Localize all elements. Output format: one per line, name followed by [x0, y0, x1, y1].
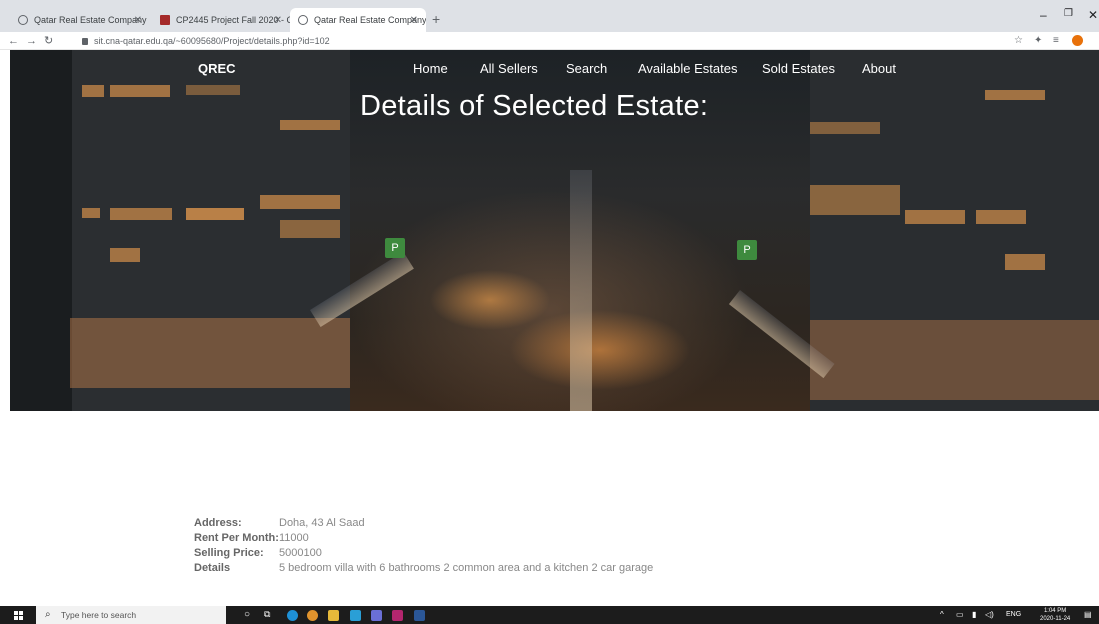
volume-icon[interactable]: ◁)	[985, 610, 994, 619]
price-value: 5000100	[279, 547, 322, 559]
clock[interactable]: 1:04 PM 2020-11-24	[1040, 607, 1070, 623]
window	[280, 220, 340, 238]
tray-chevron-icon[interactable]: ^	[940, 610, 944, 619]
reload-icon[interactable]: ↻	[44, 33, 53, 49]
browser-toolbar: ← → ↻ sit.cna-qatar.edu.qa/~60095680/Pro…	[0, 32, 1099, 50]
globe-icon	[298, 15, 308, 25]
tab-title: Qatar Real Estate Company	[34, 15, 147, 25]
tab-2[interactable]: CP2445 Project Fall 2020 - CP24 ✕	[152, 8, 290, 32]
visual-studio-icon[interactable]	[392, 610, 403, 621]
window	[905, 210, 965, 224]
address-label: Address:	[194, 517, 242, 529]
window	[810, 185, 900, 215]
star-icon[interactable]: ☆	[1014, 34, 1023, 48]
lock-icon	[82, 38, 88, 45]
profile-avatar[interactable]	[1072, 35, 1083, 46]
window	[82, 85, 104, 97]
window	[110, 85, 170, 97]
project-icon	[160, 15, 170, 25]
rent-value: 11000	[279, 532, 309, 544]
window	[186, 208, 244, 220]
detail-row-details: Details 5 bedroom villa with 6 bathrooms…	[194, 561, 653, 576]
close-window-button[interactable]: ✕	[1088, 8, 1098, 22]
minimize-button[interactable]: –	[1040, 8, 1047, 22]
price-label: Selling Price:	[194, 547, 264, 559]
search-placeholder: Type here to search	[61, 610, 137, 620]
window	[186, 85, 240, 95]
chrome-icon[interactable]	[307, 610, 318, 621]
detail-row-address: Address: Doha, 43 Al Saad	[194, 516, 653, 531]
nav-search[interactable]: Search	[566, 61, 607, 76]
nav-available-estates[interactable]: Available Estates	[638, 61, 738, 76]
window	[260, 195, 340, 209]
estate-details: Address: Doha, 43 Al Saad Rent Per Month…	[194, 516, 653, 576]
rent-label: Rent Per Month:	[194, 532, 279, 544]
parking-sign-icon: P	[737, 240, 757, 260]
new-tab-button[interactable]: +	[432, 12, 440, 26]
globe-icon	[18, 15, 28, 25]
tab-3-active[interactable]: Qatar Real Estate Company ✕	[290, 8, 426, 32]
window	[976, 210, 1026, 224]
back-icon[interactable]: ←	[8, 33, 19, 49]
close-icon[interactable]: ✕	[274, 15, 282, 26]
browser-tab-strip: Qatar Real Estate Company ✕ CP2445 Proje…	[0, 0, 1099, 32]
window	[985, 90, 1045, 100]
storefront-lights	[810, 320, 1099, 400]
clock-time: 1:04 PM	[1043, 608, 1067, 614]
nav-home[interactable]: Home	[413, 61, 448, 76]
language-indicator[interactable]: ENG	[1006, 611, 1021, 618]
nav-all-sellers[interactable]: All Sellers	[480, 61, 538, 76]
nav-sold-estates[interactable]: Sold Estates	[762, 61, 835, 76]
window	[82, 208, 100, 218]
close-icon[interactable]: ✕	[410, 15, 418, 26]
close-icon[interactable]: ✕	[134, 15, 142, 26]
address-bar[interactable]: sit.cna-qatar.edu.qa/~60095680/Project/d…	[82, 34, 330, 48]
restore-button[interactable]: ❐	[1064, 8, 1073, 19]
detail-row-price: Selling Price: 5000100	[194, 546, 653, 561]
nav-about[interactable]: About	[862, 61, 896, 76]
store-icon[interactable]	[350, 610, 361, 621]
brand-logo[interactable]: QREC	[198, 61, 236, 76]
building-far-left	[10, 50, 72, 411]
tab-1[interactable]: Qatar Real Estate Company ✕	[10, 8, 150, 32]
page-title: Details of Selected Estate:	[360, 90, 709, 122]
windows-taskbar: ⌕ Type here to search ○ ⧉ ^ ▭ ▮ ◁) ENG 1…	[0, 606, 1099, 624]
address-value: Doha, 43 Al Saad	[279, 517, 365, 529]
reading-list-icon[interactable]: ≡	[1053, 34, 1059, 48]
clock-date: 2020-11-24	[1040, 616, 1071, 622]
notifications-icon[interactable]: ▤	[1084, 610, 1092, 619]
network-icon[interactable]: ▭	[956, 610, 964, 619]
app-icon[interactable]	[371, 610, 382, 621]
file-explorer-icon[interactable]	[328, 610, 339, 621]
details-value: 5 bedroom villa with 6 bathrooms 2 commo…	[279, 562, 654, 574]
search-icon: ⌕	[45, 609, 51, 620]
detail-row-rent: Rent Per Month: 11000	[194, 531, 653, 546]
edge-icon[interactable]	[287, 610, 298, 621]
parking-sign-icon: P	[385, 238, 405, 258]
word-icon[interactable]	[414, 610, 425, 621]
battery-icon[interactable]: ▮	[972, 610, 976, 619]
details-label: Details	[194, 562, 231, 574]
street-light-trail	[570, 170, 592, 411]
cortana-icon[interactable]: ○	[244, 609, 250, 620]
url-text: sit.cna-qatar.edu.qa/~60095680/Project/d…	[94, 36, 330, 46]
storefront-lights	[70, 318, 350, 388]
window	[280, 120, 340, 130]
task-view-icon[interactable]: ⧉	[264, 609, 270, 620]
forward-icon[interactable]: →	[26, 33, 37, 49]
window	[1005, 254, 1045, 270]
window	[110, 248, 140, 262]
extensions-icon[interactable]: ✦	[1034, 34, 1042, 48]
window	[810, 122, 880, 134]
hero-banner: P P QREC Home All Sellers Search Availab…	[10, 50, 1099, 411]
taskbar-search-input[interactable]: ⌕ Type here to search	[36, 606, 226, 624]
windows-start-icon[interactable]	[14, 611, 23, 620]
window	[110, 208, 172, 220]
